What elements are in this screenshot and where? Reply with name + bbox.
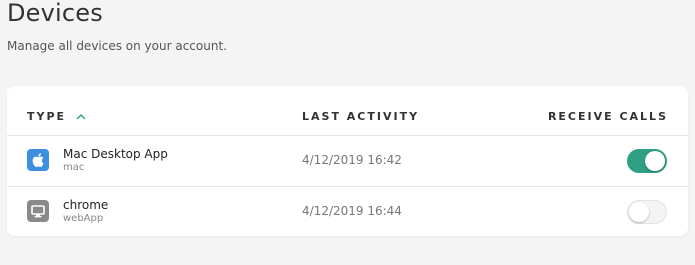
devices-table: TYPE LAST ACTIVITY RECEIVE CALLS Mac Des… [7, 86, 688, 236]
table-row: chrome webApp 4/12/2019 16:44 [7, 187, 688, 236]
receive-calls-toggle[interactable] [627, 149, 667, 173]
toggle-knob [645, 151, 665, 171]
device-name: chrome [63, 198, 109, 212]
chevron-up-icon[interactable] [75, 110, 87, 122]
device-platform: mac [63, 162, 85, 173]
device-name: Mac Desktop App [63, 147, 168, 161]
table-row: Mac Desktop App mac 4/12/2019 16:42 [7, 136, 688, 187]
device-platform: webApp [63, 213, 104, 224]
column-header-receive-calls[interactable]: RECEIVE CALLS [548, 110, 668, 123]
last-activity: 4/12/2019 16:44 [302, 204, 402, 218]
monitor-icon [27, 200, 49, 222]
apple-icon [27, 149, 49, 171]
receive-calls-toggle[interactable] [627, 200, 667, 224]
toggle-knob [629, 202, 649, 222]
table-header: TYPE LAST ACTIVITY RECEIVE CALLS [7, 86, 688, 136]
last-activity: 4/12/2019 16:42 [302, 153, 402, 167]
page-title: Devices [7, 0, 103, 27]
column-header-type[interactable]: TYPE [27, 110, 66, 123]
page-subtitle: Manage all devices on your account. [7, 39, 227, 53]
column-header-last-activity[interactable]: LAST ACTIVITY [302, 110, 419, 123]
